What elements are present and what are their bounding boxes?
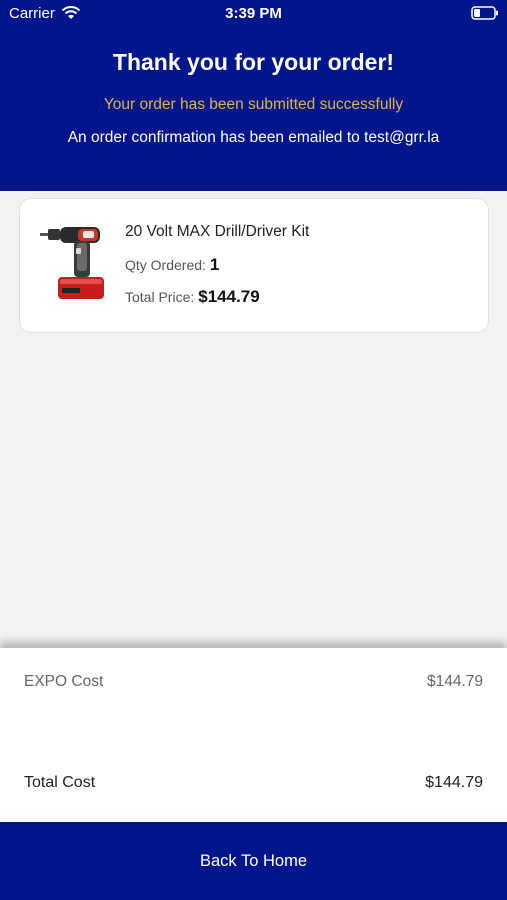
expo-cost-value: $144.79 [426,673,483,690]
email-confirmation-message: An order confirmation has been emailed t… [67,129,440,146]
total-price: Total Price: $144.79 [125,287,260,307]
battery-icon [471,6,498,20]
status-time: 3:39 PM [225,5,282,22]
expo-cost-label: EXPO Cost [24,673,104,690]
back-to-home-button[interactable]: Back To Home [0,822,507,900]
price-label: Total Price: [125,289,195,305]
order-item-card: 20 Volt MAX Drill/Driver Kit Qty Ordered… [19,198,489,333]
success-message: Your order has been submitted successful… [103,96,404,113]
product-name: 20 Volt MAX Drill/Driver Kit [125,223,310,240]
total-cost-label: Total Cost [24,774,96,791]
qty-value: 1 [209,255,220,274]
expo-cost-row: EXPO Cost $144.79 [24,673,483,691]
drill-product-image [40,227,104,299]
total-cost-row: Total Cost $144.79 [24,774,483,792]
qty-label: Qty Ordered: [125,257,206,273]
total-cost-value: $144.79 [425,774,483,791]
qty-ordered: Qty Ordered: 1 [125,255,219,275]
order-confirmation-header: Carrier 3:39 PM Thank you for your order… [0,0,507,191]
status-bar: Carrier 3:39 PM [0,0,507,28]
cost-summary-panel: EXPO Cost $144.79 Total Cost $144.79 [0,648,507,822]
page-title: Thank you for your order! [112,49,395,75]
price-value: $144.79 [198,287,260,306]
